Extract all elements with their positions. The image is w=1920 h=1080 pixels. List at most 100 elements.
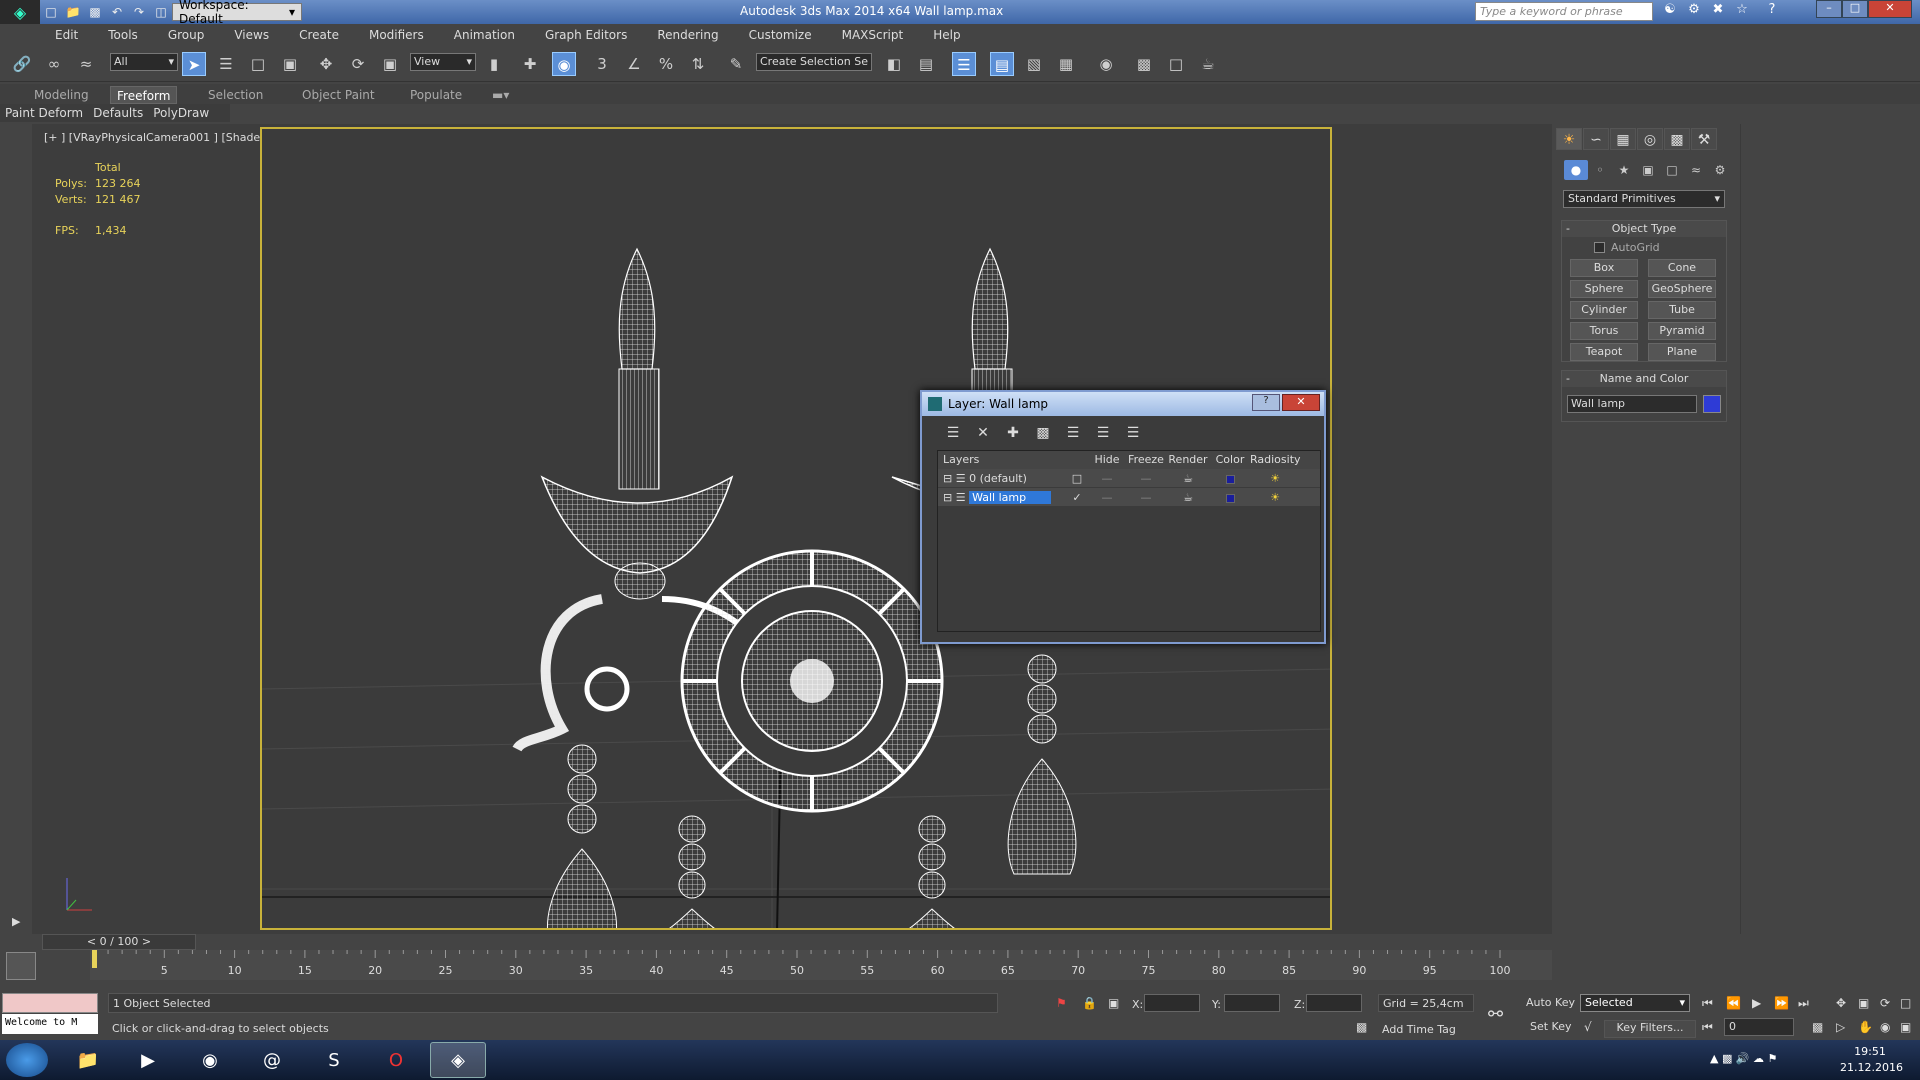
col-hide[interactable]: Hide — [1088, 451, 1126, 469]
link-icon[interactable]: 🔗 — [10, 52, 34, 76]
geometry-icon[interactable]: ● — [1564, 160, 1588, 180]
display-tab-icon[interactable]: ▩ — [1664, 128, 1690, 150]
rect-selection-icon[interactable]: □ — [246, 52, 270, 76]
select-by-name-icon[interactable]: ☰ — [214, 52, 238, 76]
menu-help[interactable]: Help — [918, 28, 975, 42]
maxscript-output[interactable]: Welcome to M — [2, 1014, 98, 1034]
mirror-icon[interactable]: ◧ — [882, 52, 906, 76]
tab-populate[interactable]: Populate — [404, 86, 468, 104]
orbit-icon[interactable]: ⟳ — [1880, 996, 1890, 1010]
delete-layer-icon[interactable]: ✕ — [968, 422, 998, 444]
pyramid-button[interactable]: Pyramid — [1648, 322, 1716, 340]
walk-through-icon[interactable]: ◉ — [1880, 1020, 1890, 1034]
rotate-icon[interactable]: ⟳ — [346, 52, 370, 76]
mail-agent-icon[interactable]: @ — [244, 1042, 300, 1078]
render-production-icon[interactable]: ☕ — [1196, 52, 1220, 76]
go-to-start-icon[interactable]: ⏮ — [1702, 996, 1713, 1011]
material-editor-icon[interactable]: ◉ — [1094, 52, 1118, 76]
edit-named-sets-icon[interactable]: ✎ — [724, 52, 748, 76]
utilities-tab-icon[interactable]: ⚒ — [1691, 128, 1717, 150]
menu-rendering[interactable]: Rendering — [642, 28, 733, 42]
open-file-icon[interactable]: 📁 — [62, 2, 84, 22]
align-icon[interactable]: ▤ — [914, 52, 938, 76]
menu-edit[interactable]: Edit — [40, 28, 93, 42]
opera-icon[interactable]: O — [368, 1042, 424, 1078]
radiosity-icon[interactable]: ☀ — [1250, 488, 1300, 506]
menu-views[interactable]: Views — [219, 28, 284, 42]
percent-snap-icon[interactable]: % — [654, 52, 678, 76]
render-setup-icon[interactable]: ▩ — [1132, 52, 1156, 76]
help-button[interactable]: ? — [1252, 394, 1280, 411]
explorer-icon[interactable]: 📁 — [60, 1042, 116, 1078]
previous-frame-icon[interactable]: ⏪ — [1726, 996, 1741, 1010]
save-file-icon[interactable]: ▩ — [84, 2, 106, 22]
key-mode-dropdown[interactable]: Selected ▾ — [1580, 994, 1690, 1012]
menu-graph-editors[interactable]: Graph Editors — [530, 28, 642, 42]
keyboard-shortcut-icon[interactable]: ◉ — [552, 52, 576, 76]
mini-curve-editor-button[interactable] — [6, 952, 36, 980]
sphere-button[interactable]: Sphere — [1570, 280, 1638, 298]
systems-icon[interactable]: ⚙ — [1708, 160, 1732, 180]
viewport-toggle-icon[interactable]: ▣ — [1900, 1020, 1911, 1034]
freeze-toggle[interactable]: — — [1126, 469, 1166, 487]
plane-button[interactable]: Plane — [1648, 343, 1716, 361]
tangent-icon[interactable]: √ — [1584, 1020, 1592, 1034]
bind-spacewarp-icon[interactable]: ≈ — [74, 52, 98, 76]
angle-snap-icon[interactable]: ∠ — [622, 52, 646, 76]
highlight-layer-icon[interactable]: ☰ — [1058, 422, 1088, 444]
current-frame-marker[interactable] — [92, 950, 97, 968]
time-config-icon[interactable]: ▩ — [1812, 1020, 1823, 1034]
system-tray[interactable]: ▲ ▩ 🔊 ☁ ⚑ — [1710, 1052, 1777, 1065]
modify-tab-icon[interactable]: ∽ — [1583, 128, 1609, 150]
layer-dialog-titlebar[interactable]: Layer: Wall lamp ? ✕ — [922, 392, 1324, 416]
maximize-viewport-icon[interactable]: □ — [1900, 996, 1911, 1010]
chrome-icon[interactable]: ◉ — [182, 1042, 238, 1078]
current-layer-check-icon[interactable]: ✓ — [1066, 488, 1088, 506]
box-button[interactable]: Box — [1570, 259, 1638, 277]
cylinder-button[interactable]: Cylinder — [1570, 301, 1638, 319]
primitive-category-dropdown[interactable]: Standard Primitives ▾ — [1563, 190, 1725, 208]
close-button[interactable]: ✕ — [1868, 0, 1912, 18]
scale-icon[interactable]: ▣ — [378, 52, 402, 76]
viewport-label[interactable]: [+ ] [VRayPhysicalCamera001 ] [Shaded ] — [44, 131, 275, 144]
exchange-icon[interactable]: ✖ — [1708, 2, 1728, 21]
unlink-icon[interactable]: ∞ — [42, 52, 66, 76]
project-folder-icon[interactable]: ◫ — [150, 2, 172, 22]
hierarchy-tab-icon[interactable]: ▦ — [1610, 128, 1636, 150]
menu-group[interactable]: Group — [153, 28, 220, 42]
menu-customize[interactable]: Customize — [734, 28, 827, 42]
render-teapot-icon[interactable]: ☕ — [1166, 469, 1210, 487]
selection-lock-icon[interactable]: 🔒 — [1082, 996, 1097, 1010]
layer-color-swatch[interactable] — [1210, 488, 1250, 506]
named-selection-dropdown[interactable]: Create Selection Se — [756, 53, 872, 71]
set-key-button[interactable]: Set Key — [1530, 1020, 1572, 1033]
ref-coord-dropdown[interactable]: View ▾ — [410, 53, 476, 71]
shapes-icon[interactable]: ◦ — [1588, 160, 1612, 180]
tab-modeling[interactable]: Modeling — [28, 86, 95, 104]
new-file-icon[interactable]: □ — [40, 2, 62, 22]
minimize-button[interactable]: – — [1816, 0, 1842, 18]
skype-icon[interactable]: S — [306, 1042, 362, 1078]
x-coord-input[interactable] — [1144, 994, 1200, 1012]
geosphere-button[interactable]: GeoSphere — [1648, 280, 1716, 298]
object-type-header[interactable]: - Object Type — [1562, 221, 1726, 237]
select-in-layer-icon[interactable]: ▩ — [1028, 422, 1058, 444]
go-to-end-icon[interactable]: ⏭ — [1798, 996, 1809, 1011]
pan-icon[interactable]: ✋ — [1858, 1020, 1873, 1034]
current-layer-toggle[interactable]: □ — [1066, 469, 1088, 487]
absolute-mode-icon[interactable]: ▣ — [1108, 996, 1119, 1010]
play-icon[interactable]: ▶ — [12, 915, 20, 928]
window-crossing-icon[interactable]: ▣ — [278, 52, 302, 76]
helpers-icon[interactable]: □ — [1660, 160, 1684, 180]
teapot-button[interactable]: Teapot — [1570, 343, 1638, 361]
menu-modifiers[interactable]: Modifiers — [354, 28, 439, 42]
redo-icon[interactable]: ↷ — [128, 2, 150, 22]
menu-maxscript[interactable]: MAXScript — [827, 28, 919, 42]
media-player-icon[interactable]: ▶ — [120, 1042, 176, 1078]
play-button-icon[interactable]: ▶ — [1752, 996, 1761, 1010]
move-icon[interactable]: ✥ — [314, 52, 338, 76]
col-color[interactable]: Color — [1210, 451, 1250, 469]
snaps-toggle-icon[interactable]: 3 — [590, 52, 614, 76]
z-coord-input[interactable] — [1306, 994, 1362, 1012]
layer-row[interactable]: ⊟ ☰ 0 (default) □ — — ☕ ☀ — [938, 469, 1320, 488]
